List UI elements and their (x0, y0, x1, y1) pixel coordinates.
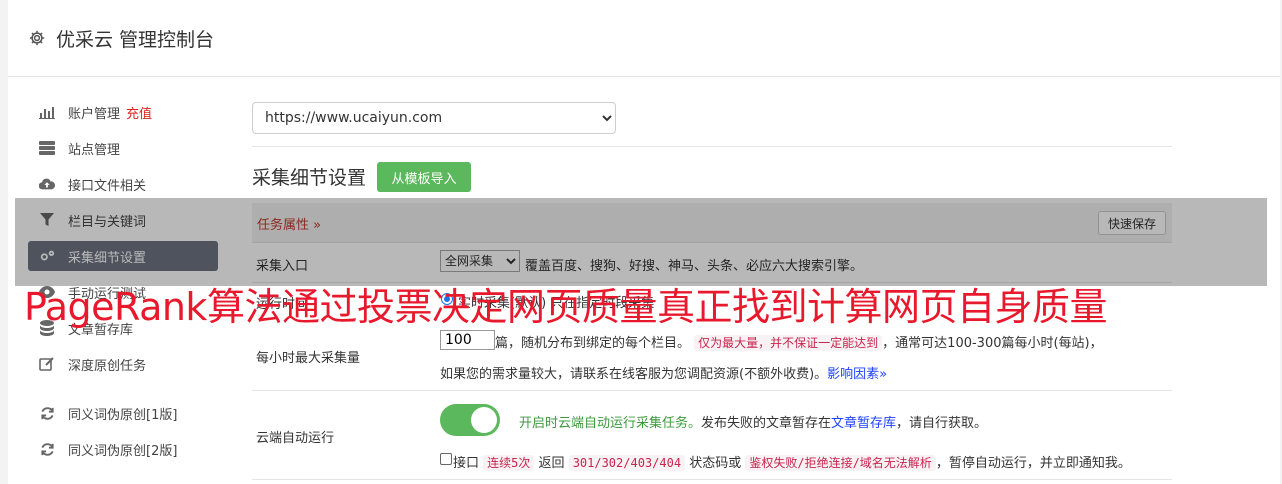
import-from-template-button[interactable]: 从模板导入 (377, 162, 471, 192)
cloud2-d: ，暂停自动运行，并立即通知我。 (935, 456, 1131, 471)
max-desc-c: 如果您的需求量较大，请联系在线客服为您调配资源(不额外收费)。 (440, 367, 828, 382)
section-title: 采集细节设置 (252, 167, 367, 189)
page-title: 优采云 管理控制台 (56, 28, 215, 51)
cloud-line1: 开启时云端自动运行采集任务。发布失败的文章暂存在文章暂存库，请自行获取。 (519, 412, 987, 431)
page-header: 优采云 管理控制台 (8, 0, 1280, 77)
cloud-run-toggle[interactable] (440, 404, 500, 436)
edit-icon (39, 356, 55, 372)
cloud2-b: 返回 (538, 456, 565, 471)
max-per-hour-line1: 篇，随机分布到绑定的每个栏目。 仅为最大量，并不保证一定能达到 ，通常可达100-… (495, 332, 1103, 351)
refresh-icon (39, 441, 55, 457)
cloud2-c: 状态码或 (689, 456, 742, 471)
divider (252, 479, 1172, 480)
bar-chart-icon (39, 104, 55, 120)
gear-icon (29, 30, 45, 46)
sidebar-item-label: 接口文件相关 (68, 178, 147, 194)
refresh-icon (39, 405, 55, 421)
max-desc-b: ，通常可达100-300篇每小时(每站)， (882, 336, 1103, 351)
cloud2-a: 接口 (453, 456, 480, 471)
divider (252, 146, 1172, 147)
dark-overlay (15, 198, 1267, 286)
max-per-hour-label: 每小时最大采集量 (256, 351, 361, 366)
sidebar-separator (28, 385, 218, 398)
server-icon (39, 140, 55, 156)
sidebar-item-deep-original[interactable]: 深度原创任务 (28, 349, 218, 379)
divider (252, 390, 1172, 391)
cloud-line2: 接口 连续5次 返回 301/302/403/404 状态码或 鉴权失败/拒绝连… (453, 452, 1131, 471)
sidebar-item-synonym-v2[interactable]: 同义词伪原创[2版] (28, 434, 218, 464)
sidebar-item-label: 账户管理 (68, 106, 121, 122)
cloud-run-label: 云端自动运行 (256, 431, 335, 446)
sidebar-item-label: 深度原创任务 (68, 358, 147, 374)
factors-link[interactable]: 影响因素» (827, 367, 887, 382)
cloud-green-text: 开启时云端自动运行采集任务。 (519, 416, 702, 431)
cloud-desc-a: 发布失败的文章暂存在 (701, 416, 832, 431)
sidebar-item-account[interactable]: 账户管理 充值 (28, 97, 218, 127)
cloud-desc-b: ，请自行获取。 (896, 416, 988, 431)
cloud-upload-icon (39, 176, 55, 192)
notify-checkbox[interactable] (440, 453, 452, 465)
sidebar-item-api-files[interactable]: 接口文件相关 (28, 169, 218, 199)
article-storage-link[interactable]: 文章暂存库 (831, 416, 896, 431)
recharge-link[interactable]: 充值 (126, 103, 152, 122)
max-per-hour-line2: 如果您的需求量较大，请联系在线客服为您调配资源(不额外收费)。影响因素» (440, 363, 887, 382)
sidebar-item-label: 同义词伪原创[1版] (68, 407, 178, 423)
max-note-tag: 仅为最大量，并不保证一定能达到 (694, 335, 883, 351)
sidebar-item-sites[interactable]: 站点管理 (28, 133, 218, 163)
cloud2-tag1: 连续5次 (483, 455, 535, 471)
sidebar-item-synonym-v1[interactable]: 同义词伪原创[1版] (28, 398, 218, 428)
cloud2-tag2: 301/302/403/404 (568, 455, 686, 471)
sidebar-item-label: 站点管理 (68, 142, 121, 158)
toggle-knob (471, 407, 497, 433)
site-select[interactable]: https://www.ucaiyun.com (252, 102, 616, 134)
max-desc-a: 篇，随机分布到绑定的每个栏目。 (495, 336, 691, 351)
cloud2-tag3: 鉴权失败/拒绝连接/域名无法解析 (745, 455, 936, 471)
sidebar-item-label: 同义词伪原创[2版] (68, 443, 178, 459)
max-per-hour-input[interactable] (440, 330, 495, 350)
overlay-banner-text: PageRank算法通过投票决定网页质量真正找到计算网页自身质量 (24, 285, 1107, 329)
